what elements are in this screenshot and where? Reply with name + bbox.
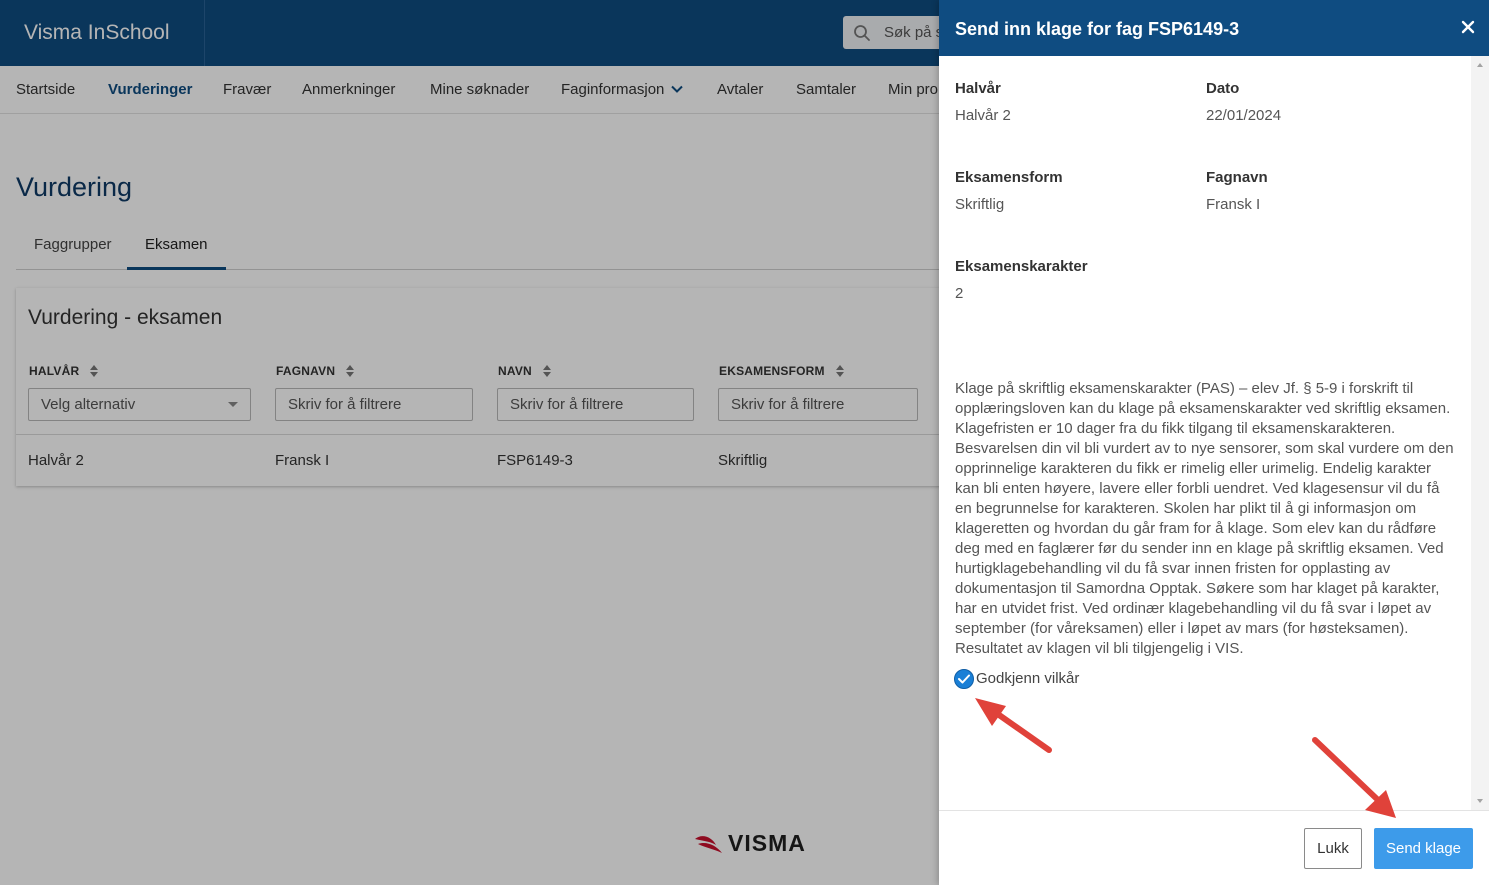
close-icon[interactable] — [1461, 20, 1475, 34]
scroll-up-arrow-icon[interactable] — [1477, 63, 1483, 67]
checkmark-icon — [958, 674, 970, 684]
dialog-title: Send inn klage for fag FSP6149-3 — [955, 19, 1240, 39]
fagnavn-value: Fransk I — [1206, 196, 1261, 213]
dialog-scrollbar[interactable] — [1471, 56, 1489, 810]
dialog-footer: Lukk Send klage — [939, 810, 1489, 885]
send-complaint-button[interactable]: Send klage — [1374, 828, 1473, 869]
accept-terms-label[interactable]: Godkjenn vilkår — [976, 669, 1079, 689]
eksamensform-label: Eksamensform — [955, 169, 1063, 186]
eksamensform-value: Skriftlig — [955, 196, 1005, 213]
terms-text: Klage på skriftlig eksamenskarakter (PAS… — [955, 380, 1454, 657]
close-button[interactable]: Lukk — [1304, 828, 1362, 869]
modal-backdrop[interactable] — [0, 0, 939, 885]
dato-value: 22/01/2024 — [1206, 107, 1282, 124]
dato-label: Dato — [1206, 80, 1240, 97]
eksamenskarakter-label: Eksamenskarakter — [955, 258, 1088, 275]
halvar-label: Halvår — [955, 80, 1001, 97]
fagnavn-label: Fagnavn — [1206, 169, 1268, 186]
complaint-dialog: Send inn klage for fag FSP6149-3 Halvår … — [939, 0, 1489, 885]
scroll-down-arrow-icon[interactable] — [1477, 799, 1483, 803]
dialog-header: Send inn klage for fag FSP6149-3 — [939, 0, 1489, 56]
eksamenskarakter-value: 2 — [955, 285, 964, 302]
halvar-value: Halvår 2 — [955, 107, 1011, 124]
accept-terms-checkbox[interactable] — [954, 669, 974, 689]
